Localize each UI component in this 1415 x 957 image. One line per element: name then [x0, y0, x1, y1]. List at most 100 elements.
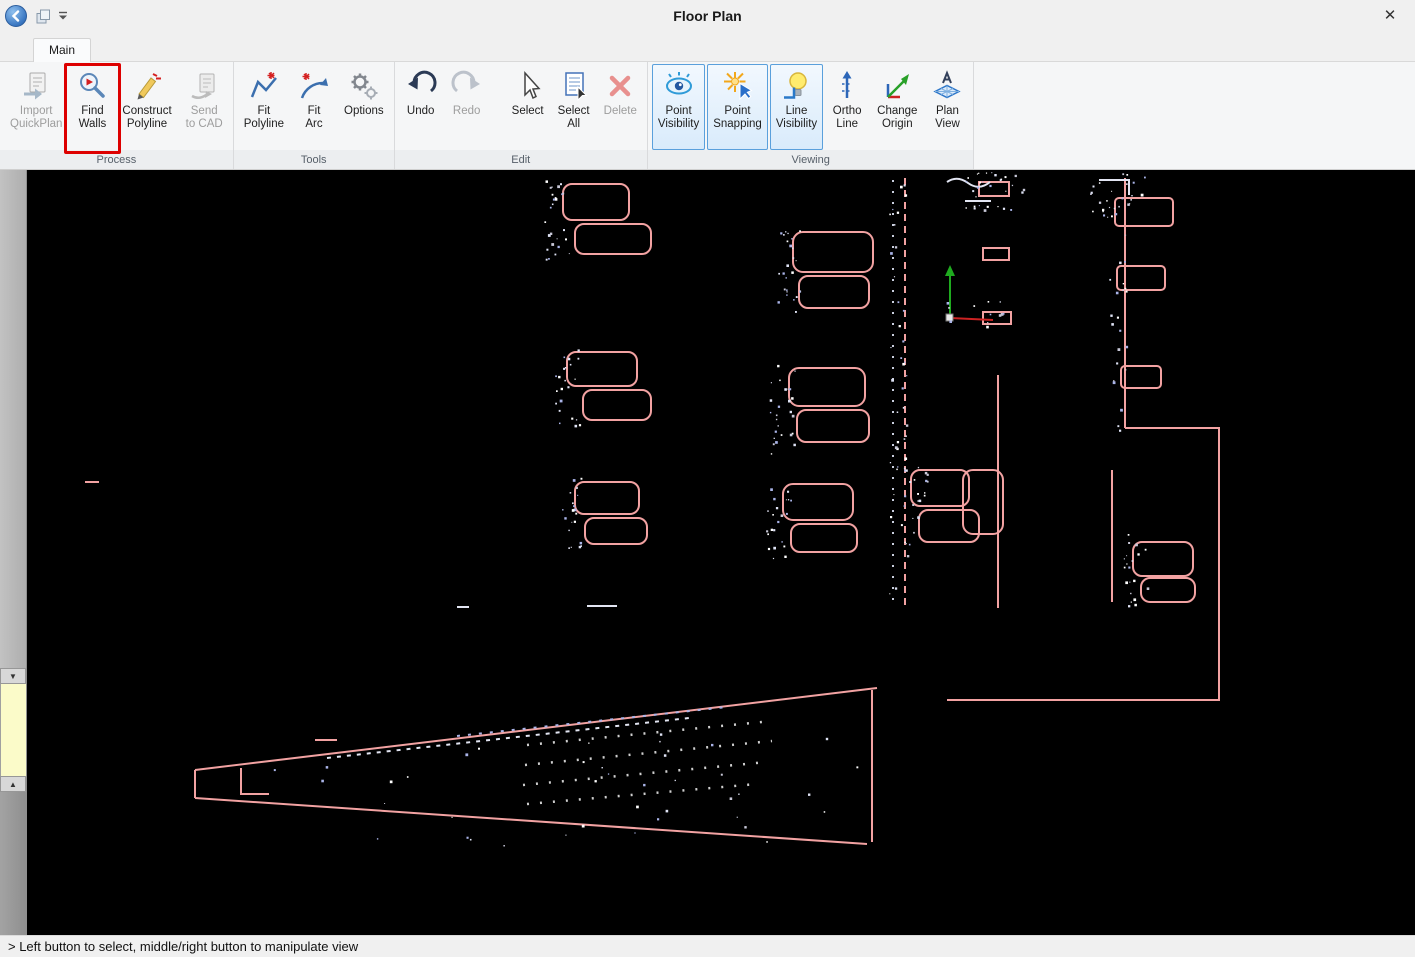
import-quickplan-icon — [20, 70, 52, 102]
button-label: Line — [836, 118, 858, 131]
ortho-line-icon — [831, 70, 863, 102]
button-label: Walls — [79, 118, 107, 131]
sidebar-spacer-top — [0, 170, 26, 668]
construct-polyline-button[interactable]: Construct Polyline — [116, 64, 177, 150]
back-button[interactable] — [5, 5, 27, 27]
fit-arc-button[interactable]: Fit Arc — [292, 64, 336, 150]
button-label: Select — [512, 105, 544, 118]
snap-star-cursor-icon — [722, 70, 754, 102]
button-label: Select — [558, 105, 590, 118]
undo-icon — [405, 70, 437, 102]
button-label: Construct — [122, 105, 171, 118]
sidebar-collapsed-panel[interactable] — [0, 684, 26, 776]
chevron-left-icon — [10, 10, 22, 22]
button-label: Arc — [305, 118, 322, 131]
button-label: Fit — [308, 105, 321, 118]
scroll-up-button[interactable]: ▲ — [0, 776, 26, 792]
send-to-cad-button[interactable]: Send to CAD — [180, 64, 229, 150]
line-visibility-toggle[interactable]: Line Visibility — [770, 64, 823, 150]
point-cloud-view — [27, 170, 1415, 935]
floorplan-canvas[interactable] — [27, 170, 1415, 935]
group-label-process: Process — [0, 150, 233, 169]
quick-access-dropdown-icon[interactable] — [58, 10, 68, 22]
button-label: Change — [877, 105, 917, 118]
select-button[interactable]: Select — [506, 64, 550, 150]
change-origin-button[interactable]: Change Origin — [871, 64, 923, 150]
ribbon-group-tools: Fit Polyline Fit Arc — [234, 62, 395, 169]
group-label-edit: Edit — [395, 150, 647, 169]
button-label: Find — [81, 105, 103, 118]
construct-polyline-icon — [131, 70, 163, 102]
select-cursor-icon — [512, 70, 544, 102]
button-label: Options — [344, 105, 384, 118]
options-button[interactable]: Options — [338, 64, 390, 150]
button-label: Redo — [453, 105, 481, 118]
button-label: QuickPlan — [10, 118, 62, 131]
button-label: Undo — [407, 105, 435, 118]
group-label-viewing: Viewing — [648, 150, 974, 169]
delete-x-icon — [604, 70, 636, 102]
dropdown-caret-icon — [58, 10, 68, 22]
button-label: Visibility — [658, 118, 699, 131]
ribbon-group-process: Import QuickPlan Find Walls — [0, 62, 234, 169]
statusbar: > Left button to select, middle/right bu… — [0, 935, 1415, 957]
titlebar: Floor Plan ✕ — [0, 0, 1415, 32]
fit-polyline-button[interactable]: Fit Polyline — [238, 64, 290, 150]
find-walls-button[interactable]: Find Walls — [70, 64, 114, 150]
plan-view-button[interactable]: Plan View — [925, 64, 969, 150]
button-label: Fit — [257, 105, 270, 118]
button-label: Polyline — [127, 118, 167, 131]
redo-icon — [451, 70, 483, 102]
point-visibility-toggle[interactable]: Point Visibility — [652, 64, 705, 150]
find-walls-icon — [76, 70, 108, 102]
ribbon: Import QuickPlan Find Walls — [0, 62, 1415, 170]
button-label: Send — [191, 105, 218, 118]
button-label: Ortho — [833, 105, 862, 118]
select-all-icon — [558, 70, 590, 102]
sidebar-spacer-bottom — [0, 792, 26, 935]
ortho-line-button[interactable]: Ortho Line — [825, 64, 869, 150]
import-quickplan-button[interactable]: Import QuickPlan — [4, 64, 68, 150]
button-label: Polyline — [244, 118, 284, 131]
point-snapping-toggle[interactable]: Point Snapping — [707, 64, 768, 150]
button-label: Origin — [882, 118, 913, 131]
ribbon-group-viewing: Point Visibility Point Snap — [648, 62, 975, 169]
button-label: All — [567, 118, 580, 131]
tab-strip: Main — [0, 32, 1415, 62]
floor-plan-window: Floor Plan ✕ Main Import — [0, 0, 1415, 957]
redo-button[interactable]: Redo — [445, 64, 489, 150]
left-sidebar: ▼ ▲ — [0, 170, 27, 935]
button-label: Line — [786, 105, 808, 118]
scroll-down-button[interactable]: ▼ — [0, 668, 26, 684]
send-to-cad-icon — [188, 70, 220, 102]
paste-icon-glyph — [35, 8, 52, 25]
options-gear-icon — [348, 70, 380, 102]
light-bulb-icon — [780, 70, 812, 102]
group-label-tools: Tools — [234, 150, 394, 169]
fit-polyline-icon — [248, 70, 280, 102]
delete-button[interactable]: Delete — [598, 64, 643, 150]
select-all-button[interactable]: Select All — [552, 64, 596, 150]
button-label: Point — [724, 105, 750, 118]
main-area: ▼ ▲ — [0, 170, 1415, 935]
fit-arc-icon — [298, 70, 330, 102]
button-label: Point — [665, 105, 691, 118]
button-label: Import — [20, 105, 53, 118]
button-label: Visibility — [776, 118, 817, 131]
scroll-up-icon: ▲ — [9, 780, 17, 789]
window-title: Floor Plan — [0, 8, 1415, 24]
button-label: View — [935, 118, 960, 131]
plan-view-icon — [931, 70, 963, 102]
paste-icon[interactable] — [35, 8, 52, 25]
scroll-down-icon: ▼ — [9, 672, 17, 681]
change-origin-icon — [881, 70, 913, 102]
button-label: Delete — [604, 105, 637, 118]
tab-main[interactable]: Main — [33, 38, 91, 62]
undo-button[interactable]: Undo — [399, 64, 443, 150]
eye-icon — [663, 70, 695, 102]
button-label: to CAD — [186, 118, 223, 131]
button-label: Plan — [936, 105, 959, 118]
status-message: > Left button to select, middle/right bu… — [8, 939, 358, 954]
close-button[interactable]: ✕ — [1379, 6, 1401, 24]
ribbon-group-edit: Undo Redo — [395, 62, 648, 169]
